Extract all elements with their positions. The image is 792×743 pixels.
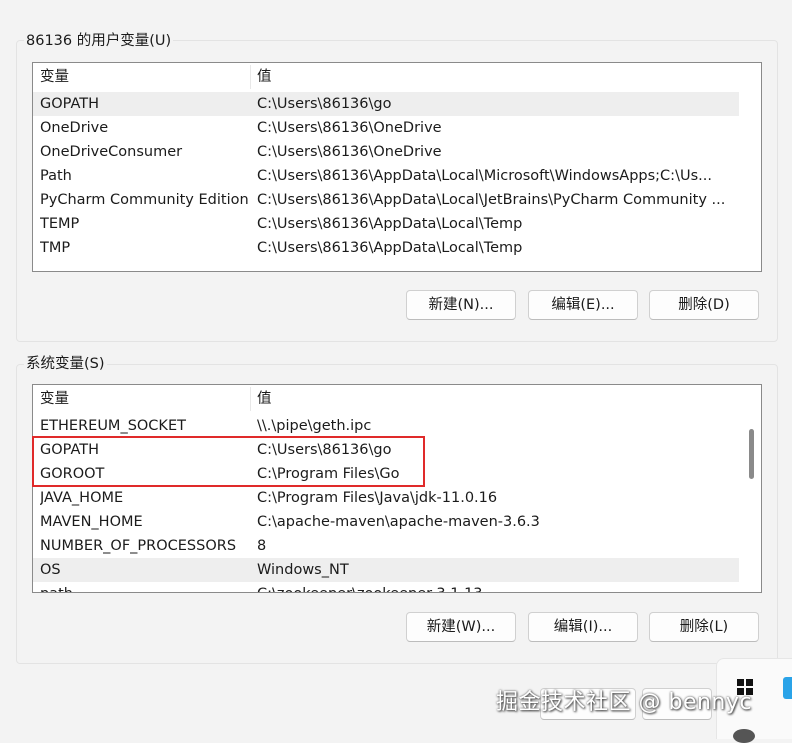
row-value: C:\apache-maven\apache-maven-3.6.3	[257, 514, 540, 530]
row-value: C:\Users\86136\AppData\Local\JetBrains\P…	[257, 192, 726, 208]
scrollbar-thumb[interactable]	[749, 429, 754, 479]
row-value: C:\Users\86136\OneDrive	[257, 144, 442, 160]
column-header-name[interactable]: 变量	[40, 65, 250, 89]
column-header-value[interactable]: 值	[257, 387, 272, 411]
row-value: C:\Users\86136\AppData\Local\Temp	[257, 240, 523, 256]
table-row[interactable]: NUMBER_OF_PROCESSORS 8	[33, 534, 739, 558]
tray-icon[interactable]	[733, 729, 755, 743]
row-name: JAVA_HOME	[40, 490, 124, 506]
table-row[interactable]: path C:\zookeeper\zookeeper-3.1.13	[33, 582, 739, 592]
user-new-button[interactable]: 新建(N)...	[406, 290, 516, 320]
table-row[interactable]: JAVA_HOME C:\Program Files\Java\jdk-11.0…	[33, 486, 739, 510]
row-value: C:\Program Files\Java\jdk-11.0.16	[257, 490, 498, 506]
table-row[interactable]: OneDriveConsumer C:\Users\86136\OneDrive	[33, 140, 739, 164]
row-value: 8	[257, 538, 267, 554]
row-name: PyCharm Community Edition	[40, 192, 249, 208]
row-name: MAVEN_HOME	[40, 514, 143, 530]
row-name: TMP	[40, 240, 71, 256]
row-name: OS	[40, 562, 61, 578]
table-row[interactable]: GOPATH C:\Users\86136\go	[33, 438, 739, 462]
table-row[interactable]: MAVEN_HOME C:\apache-maven\apache-maven-…	[33, 510, 739, 534]
row-name: OneDrive	[40, 120, 109, 136]
user-delete-button[interactable]: 删除(D)	[649, 290, 759, 320]
table-row[interactable]: OneDrive C:\Users\86136\OneDrive	[33, 116, 739, 140]
row-value: C:\zookeeper\zookeeper-3.1.13	[257, 582, 727, 592]
row-name: NUMBER_OF_PROCESSORS	[40, 538, 237, 554]
column-header-name[interactable]: 变量	[40, 387, 250, 411]
row-name: GOPATH	[40, 442, 100, 458]
table-row[interactable]: GOPATH C:\Users\86136\go	[33, 92, 739, 116]
system-variables-list[interactable]: 变量 值 ETHEREUM_SOCKET \\.\pipe\geth.ipc G…	[32, 384, 762, 593]
table-row[interactable]: TEMP C:\Users\86136\AppData\Local\Temp	[33, 212, 739, 236]
row-name: OneDriveConsumer	[40, 144, 183, 160]
user-variables-list[interactable]: 变量 值 GOPATH C:\Users\86136\go OneDrive C…	[32, 62, 762, 272]
system-variables-title: 系统变量(S)	[24, 355, 107, 373]
column-header-value[interactable]: 值	[257, 65, 272, 89]
row-value: C:\Users\86136\AppData\Local\Temp	[257, 216, 523, 232]
system-edit-button[interactable]: 编辑(I)...	[528, 612, 638, 642]
app-icon[interactable]	[783, 677, 792, 699]
row-value: C:\Program Files\Go	[257, 466, 400, 482]
table-row[interactable]: ETHEREUM_SOCKET \\.\pipe\geth.ipc	[33, 414, 739, 438]
vertical-scrollbar[interactable]	[741, 385, 761, 592]
column-separator[interactable]	[250, 65, 251, 89]
row-name: GOPATH	[40, 96, 100, 112]
table-row[interactable]: TMP C:\Users\86136\AppData\Local\Temp	[33, 236, 739, 260]
table-row[interactable]: GOROOT C:\Program Files\Go	[33, 462, 739, 486]
row-value: Windows_NT	[257, 562, 349, 578]
table-row[interactable]: OS Windows_NT	[33, 558, 739, 582]
user-edit-button[interactable]: 编辑(E)...	[528, 290, 638, 320]
row-name: Path	[40, 168, 72, 184]
row-value: C:\Users\86136\AppData\Local\Microsoft\W…	[257, 168, 712, 184]
system-new-button[interactable]: 新建(W)...	[406, 612, 516, 642]
row-value: \\.\pipe\geth.ipc	[257, 418, 372, 434]
row-value: C:\Users\86136\go	[257, 96, 392, 112]
list-header: 变量 值	[33, 65, 739, 89]
system-delete-button[interactable]: 删除(L)	[649, 612, 759, 642]
watermark-text: 掘金技术社区 @ bennyc	[496, 690, 752, 715]
list-header: 变量 值	[33, 387, 739, 411]
row-name: TEMP	[40, 216, 80, 232]
row-value: C:\Users\86136\go	[257, 442, 392, 458]
table-row[interactable]: PyCharm Community Edition C:\Users\86136…	[33, 188, 739, 212]
column-separator[interactable]	[250, 387, 251, 411]
row-value: C:\Users\86136\OneDrive	[257, 120, 442, 136]
user-variables-title: 86136 的用户变量(U)	[24, 32, 174, 50]
row-name: path	[40, 582, 250, 592]
row-name: ETHEREUM_SOCKET	[40, 418, 186, 434]
row-name: GOROOT	[40, 466, 105, 482]
table-row[interactable]: Path C:\Users\86136\AppData\Local\Micros…	[33, 164, 739, 188]
